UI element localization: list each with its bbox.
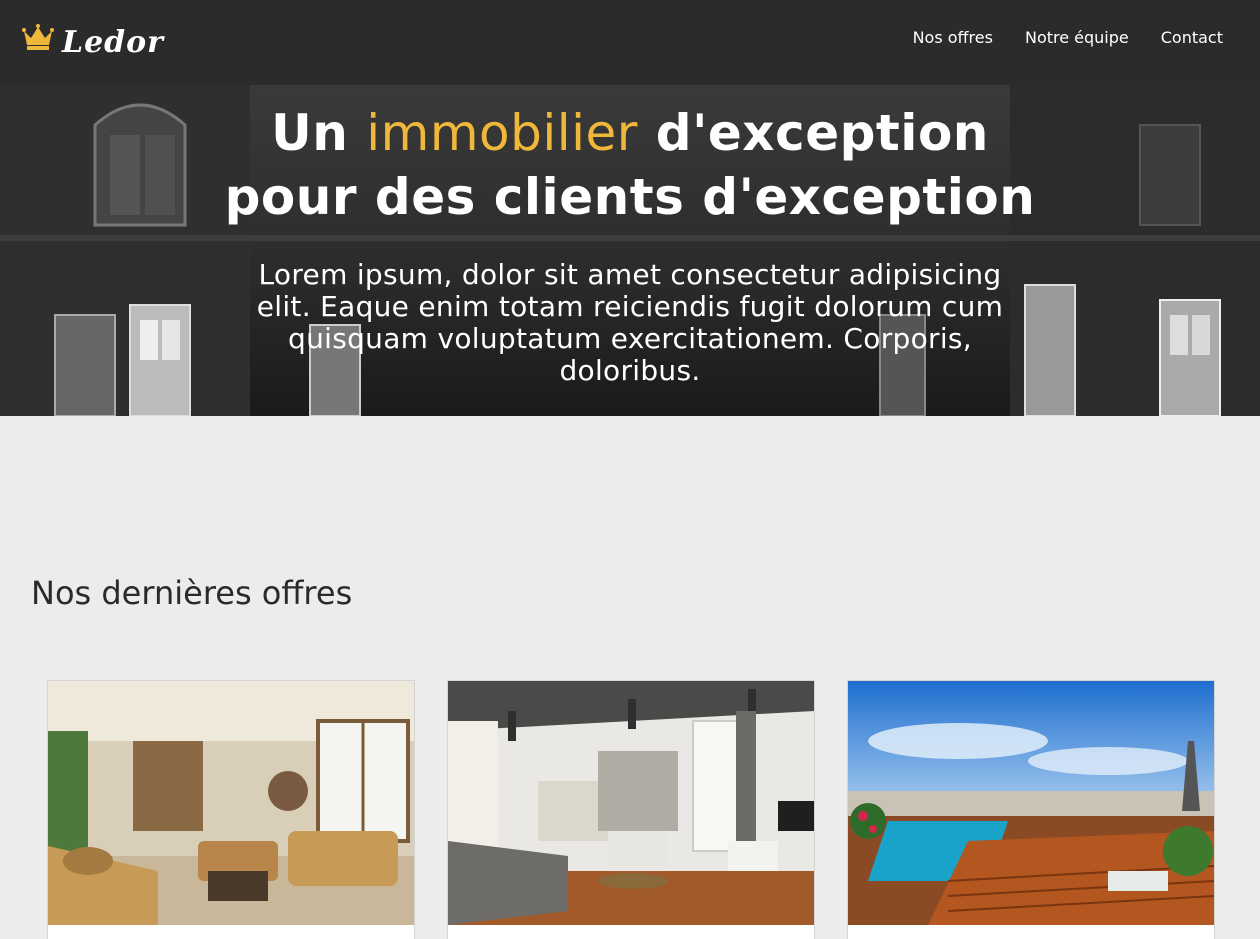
main-nav: Nos offres Notre équipe Contact — [881, 28, 1223, 48]
hero-title-accent: immobilier — [366, 104, 638, 162]
crown-icon — [22, 24, 54, 50]
nav-link-offres[interactable]: Nos offres — [913, 28, 993, 48]
hero-title: Un immobilier d'exception pour des clien… — [180, 101, 1080, 229]
rooftop-pool-terrace-paris-photo — [848, 681, 1214, 925]
hero-title-line2: pour des clients d'exception — [224, 168, 1036, 226]
hero-banner: Un immobilier d'exception pour des clien… — [0, 85, 1260, 416]
offer-card[interactable] — [847, 680, 1215, 939]
living-room-leopard-sofas-photo — [48, 681, 414, 925]
site-header: Ledor Nos offres Notre équipe Contact — [0, 0, 1260, 85]
hero-title-line1-suffix: d'exception — [655, 104, 989, 162]
logo[interactable]: Ledor — [22, 22, 164, 62]
white-living-room-grey-sofa-photo — [448, 681, 814, 925]
hero-title-prefix: Un — [271, 104, 349, 162]
hero-subtitle: Lorem ipsum, dolor sit amet consectetur … — [256, 258, 1004, 387]
offer-card[interactable] — [447, 680, 815, 939]
nav-link-equipe[interactable]: Notre équipe — [1025, 28, 1129, 48]
offer-card[interactable] — [47, 680, 415, 939]
logo-text: Ledor — [62, 24, 164, 60]
nav-link-contact[interactable]: Contact — [1161, 28, 1223, 48]
offers-section-title: Nos dernières offres — [31, 574, 353, 612]
